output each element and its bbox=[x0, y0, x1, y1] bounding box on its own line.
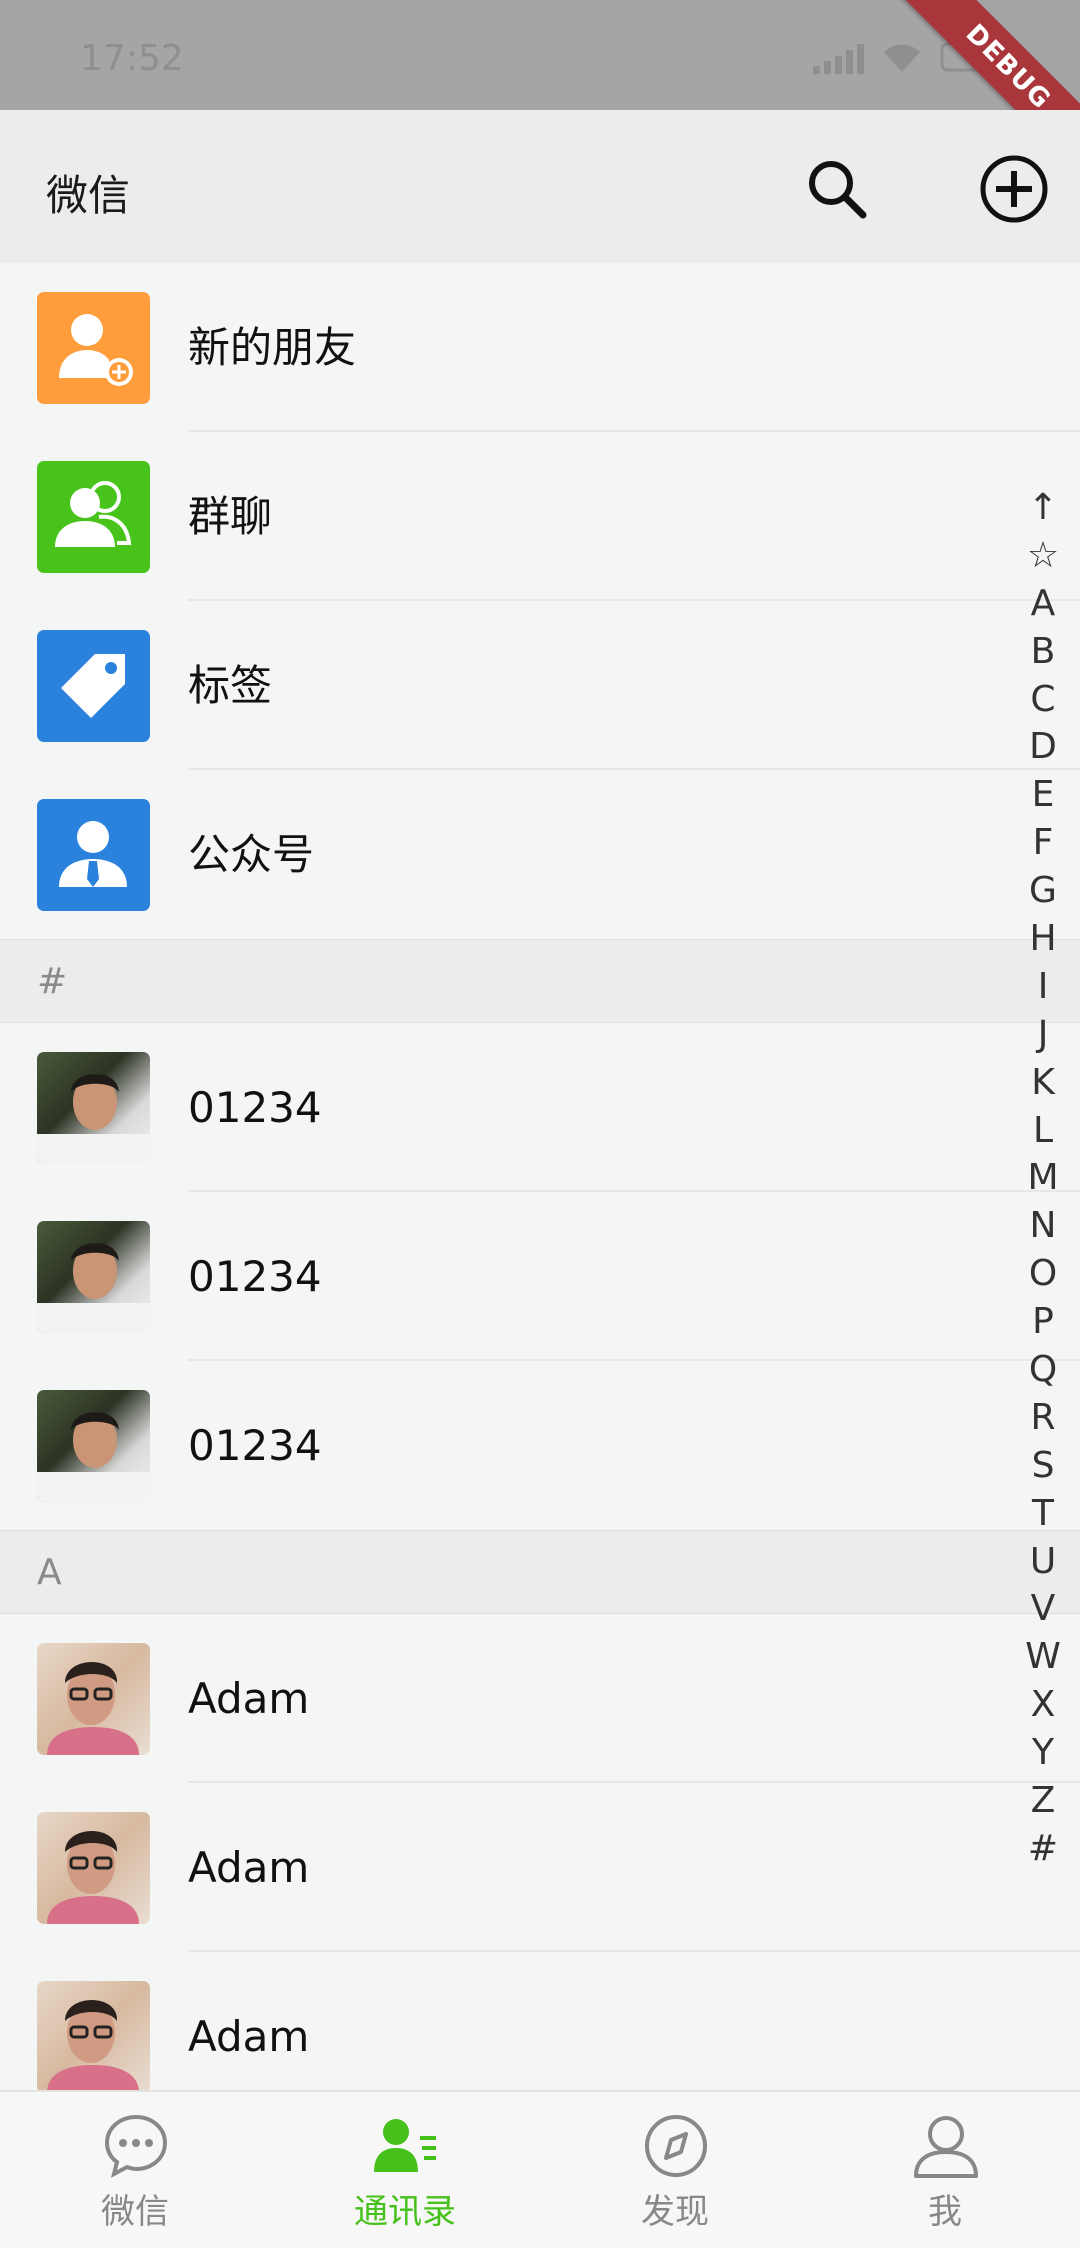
index-letter[interactable]: K bbox=[1020, 1059, 1066, 1107]
tab-discover[interactable]: 发现 bbox=[540, 2092, 810, 2248]
avatar bbox=[37, 1052, 150, 1164]
tags-item[interactable]: 标签 bbox=[0, 601, 1080, 770]
index-letter[interactable]: E bbox=[1020, 771, 1066, 819]
new-friend-icon bbox=[37, 292, 150, 404]
signal-icon bbox=[813, 42, 864, 74]
avatar bbox=[37, 1390, 150, 1502]
add-icon[interactable] bbox=[978, 153, 1050, 225]
index-letter[interactable]: X bbox=[1020, 1681, 1066, 1729]
contact-name: 01234 bbox=[188, 1252, 322, 1301]
contact-name: Adam bbox=[188, 1674, 310, 1723]
page-title: 微信 bbox=[46, 171, 131, 220]
contact-row[interactable]: Adam bbox=[0, 1614, 1080, 1783]
index-letter[interactable]: C bbox=[1020, 676, 1066, 724]
tab-me-label: 我 bbox=[928, 2192, 962, 2232]
tab-me[interactable]: 我 bbox=[810, 2092, 1080, 2248]
new-friends-item[interactable]: 新的朋友 bbox=[0, 263, 1080, 432]
tab-contacts[interactable]: 通讯录 bbox=[270, 2092, 540, 2248]
index-letter[interactable]: U bbox=[1020, 1538, 1066, 1586]
index-letter[interactable]: W bbox=[1020, 1633, 1066, 1681]
index-letter[interactable]: L bbox=[1020, 1107, 1066, 1155]
contact-row[interactable]: Adam bbox=[0, 1783, 1080, 1952]
index-letter[interactable]: N bbox=[1020, 1202, 1066, 1250]
index-letter[interactable]: Q bbox=[1020, 1346, 1066, 1394]
official-accounts-item[interactable]: 公众号 bbox=[0, 770, 1080, 939]
index-letter[interactable]: J bbox=[1020, 1011, 1066, 1059]
index-letter[interactable]: R bbox=[1020, 1394, 1066, 1442]
group-chat-item[interactable]: 群聊 bbox=[0, 432, 1080, 601]
app-bar: 微信 bbox=[0, 110, 1080, 263]
status-bar: 17:52 bbox=[0, 0, 1080, 110]
new-friends-label: 新的朋友 bbox=[188, 323, 357, 372]
official-accounts-label: 公众号 bbox=[188, 830, 315, 879]
contact-name: Adam bbox=[188, 1843, 310, 1892]
contact-row[interactable]: 01234 bbox=[0, 1192, 1080, 1361]
index-letter[interactable]: B bbox=[1020, 628, 1066, 676]
wifi-icon bbox=[884, 44, 920, 72]
contact-row[interactable]: 01234 bbox=[0, 1361, 1080, 1530]
tab-discover-label: 发现 bbox=[641, 2192, 709, 2232]
index-letter[interactable]: S bbox=[1020, 1442, 1066, 1490]
alphabet-index-bar[interactable]: ↑ ☆ A B C D E F G H I J K L M N O P Q R S T U V W X Y Z # bbox=[1020, 484, 1066, 1873]
group-chat-label: 群聊 bbox=[188, 492, 273, 541]
contact-row[interactable]: 01234 bbox=[0, 1023, 1080, 1192]
avatar bbox=[37, 1221, 150, 1333]
index-letter[interactable]: ☆ bbox=[1020, 532, 1066, 580]
index-letter[interactable]: M bbox=[1020, 1154, 1066, 1202]
search-icon[interactable] bbox=[806, 158, 868, 220]
chat-bubble-icon bbox=[104, 2114, 168, 2178]
status-time: 17:52 bbox=[80, 38, 184, 79]
index-letter[interactable]: # bbox=[1020, 1825, 1066, 1873]
index-letter[interactable]: I bbox=[1020, 963, 1066, 1011]
section-header-label: # bbox=[37, 961, 68, 1002]
tab-contacts-label: 通讯录 bbox=[354, 2192, 456, 2232]
index-letter[interactable]: ↑ bbox=[1020, 484, 1066, 532]
index-letter[interactable]: F bbox=[1020, 819, 1066, 867]
bottom-nav: 微信 通讯录 发现 我 bbox=[0, 2090, 1080, 2248]
index-letter[interactable]: D bbox=[1020, 723, 1066, 771]
contact-name: 01234 bbox=[188, 1421, 322, 1470]
section-header-a: A bbox=[0, 1530, 1080, 1614]
index-letter[interactable]: O bbox=[1020, 1250, 1066, 1298]
tab-chats[interactable]: 微信 bbox=[0, 2092, 270, 2248]
section-header-hash: # bbox=[0, 939, 1080, 1023]
index-letter[interactable]: P bbox=[1020, 1298, 1066, 1346]
index-letter[interactable]: H bbox=[1020, 915, 1066, 963]
group-chat-icon bbox=[37, 461, 150, 573]
compass-icon bbox=[645, 2115, 707, 2177]
official-account-icon bbox=[37, 799, 150, 911]
tag-icon bbox=[37, 630, 150, 742]
contact-name: 01234 bbox=[188, 1083, 322, 1132]
profile-icon bbox=[914, 2116, 978, 2178]
contacts-icon bbox=[374, 2119, 436, 2172]
avatar bbox=[37, 1812, 150, 1924]
tags-label: 标签 bbox=[188, 661, 273, 710]
index-letter[interactable]: G bbox=[1020, 867, 1066, 915]
index-letter[interactable]: Y bbox=[1020, 1729, 1066, 1777]
avatar bbox=[37, 1643, 150, 1755]
index-letter[interactable]: Z bbox=[1020, 1777, 1066, 1825]
avatar bbox=[37, 1981, 150, 2093]
tab-chats-label: 微信 bbox=[101, 2192, 169, 2232]
section-header-label: A bbox=[37, 1552, 62, 1593]
index-letter[interactable]: V bbox=[1020, 1585, 1066, 1633]
index-letter[interactable]: A bbox=[1020, 580, 1066, 628]
index-letter[interactable]: T bbox=[1020, 1490, 1066, 1538]
